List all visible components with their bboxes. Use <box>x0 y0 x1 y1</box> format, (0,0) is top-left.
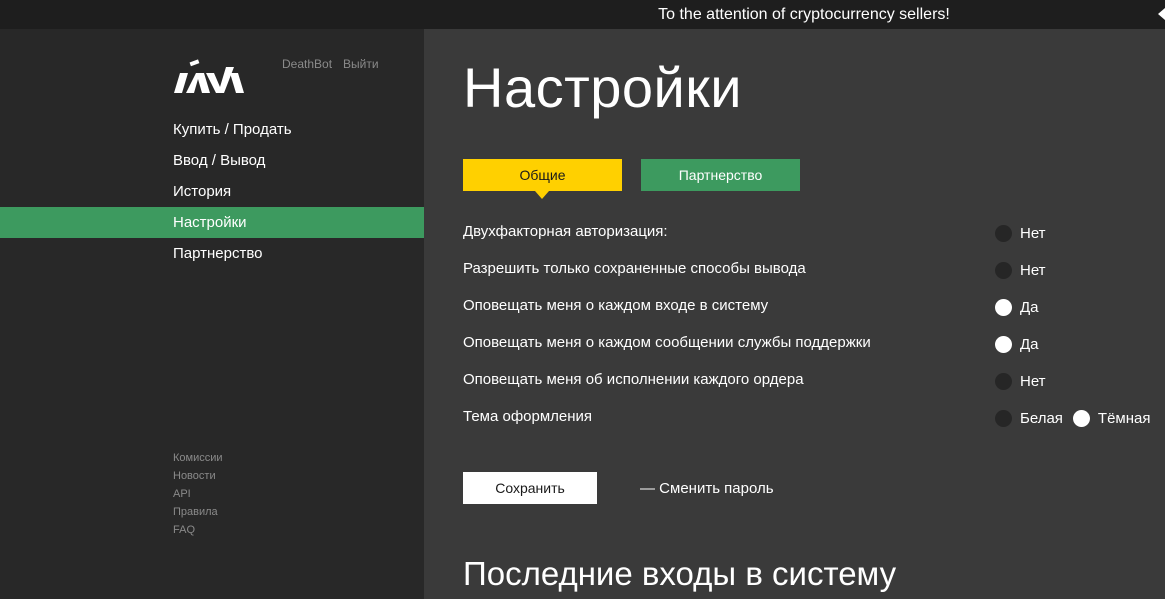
top-notice-text[interactable]: To the attention of cryptocurrency selle… <box>0 6 1165 24</box>
radio-label: Нет <box>1020 373 1046 390</box>
setting-label-2fa: Двухфакторная авторизация: <box>463 223 668 240</box>
setting-theme-options: Белая Тёмная <box>995 410 1150 427</box>
radio-label: Да <box>1020 336 1039 353</box>
top-notice-bar: To the attention of cryptocurrency selle… <box>0 0 1165 29</box>
save-button[interactable]: Сохранить <box>463 472 597 504</box>
radio-saved-withdrawals-no[interactable] <box>995 262 1012 279</box>
radio-label: Нет <box>1020 262 1046 279</box>
footer-link-faq[interactable]: FAQ <box>173 521 223 539</box>
chevron-left-icon[interactable] <box>1158 8 1165 20</box>
logout-link[interactable]: Выйти <box>343 57 379 71</box>
setting-label-login-notify: Оповещать меня о каждом входе в систему <box>463 297 769 314</box>
tab-partnership[interactable]: Партнерство <box>641 159 800 191</box>
setting-label-order-notify: Оповещать меня об исполнении каждого орд… <box>463 371 804 388</box>
radio-label: Белая <box>1020 410 1063 427</box>
radio-theme-dark[interactable] <box>1072 410 1090 427</box>
main-content: Настройки Общие Партнерство Двухфакторна… <box>424 29 1165 599</box>
sidebar-item-history[interactable]: История <box>0 176 424 207</box>
setting-support-notify-options: Да <box>995 336 1039 353</box>
sidebar-nav: Купить / Продать Ввод / Вывод История На… <box>0 114 424 269</box>
footer-links: Комиссии Новости API Правила FAQ <box>173 449 223 539</box>
footer-link-api[interactable]: API <box>173 485 223 503</box>
tab-general[interactable]: Общие <box>463 159 622 199</box>
setting-label-saved-withdrawals: Разрешить только сохраненные способы выв… <box>463 260 806 277</box>
radio-label: Нет <box>1020 225 1046 242</box>
logo[interactable] <box>174 57 244 97</box>
setting-label-theme: Тема оформления <box>463 408 593 425</box>
setting-label-support-notify: Оповещать меня о каждом сообщении службы… <box>463 334 871 351</box>
change-password-link[interactable]: — Сменить пароль <box>640 480 774 497</box>
radio-theme-light[interactable] <box>995 410 1012 427</box>
setting-2fa-options: Нет <box>995 225 1046 242</box>
username-link[interactable]: DeathBot <box>282 57 332 71</box>
sidebar-item-buy-sell[interactable]: Купить / Продать <box>0 114 424 145</box>
setting-saved-withdrawals-options: Нет <box>995 262 1046 279</box>
radio-label: Да <box>1020 299 1039 316</box>
radio-support-notify-yes[interactable] <box>995 336 1012 353</box>
radio-login-notify-yes[interactable] <box>995 299 1012 316</box>
footer-link-rules[interactable]: Правила <box>173 503 223 521</box>
radio-label: Тёмная <box>1097 410 1151 427</box>
footer-link-fees[interactable]: Комиссии <box>173 449 223 467</box>
setting-order-notify-options: Нет <box>995 373 1046 390</box>
recent-logins-title: Последние входы в систему <box>463 555 897 592</box>
radio-2fa-no[interactable] <box>995 225 1012 242</box>
sidebar: DeathBot Выйти Купить / Продать Ввод / В… <box>0 29 424 599</box>
setting-login-notify-options: Да <box>995 299 1039 316</box>
sidebar-item-deposit-withdraw[interactable]: Ввод / Вывод <box>0 145 424 176</box>
sidebar-item-settings[interactable]: Настройки <box>0 207 424 238</box>
radio-order-notify-no[interactable] <box>995 373 1012 390</box>
footer-link-news[interactable]: Новости <box>173 467 223 485</box>
page-title: Настройки <box>463 56 743 119</box>
sidebar-item-partnership[interactable]: Партнерство <box>0 238 424 269</box>
